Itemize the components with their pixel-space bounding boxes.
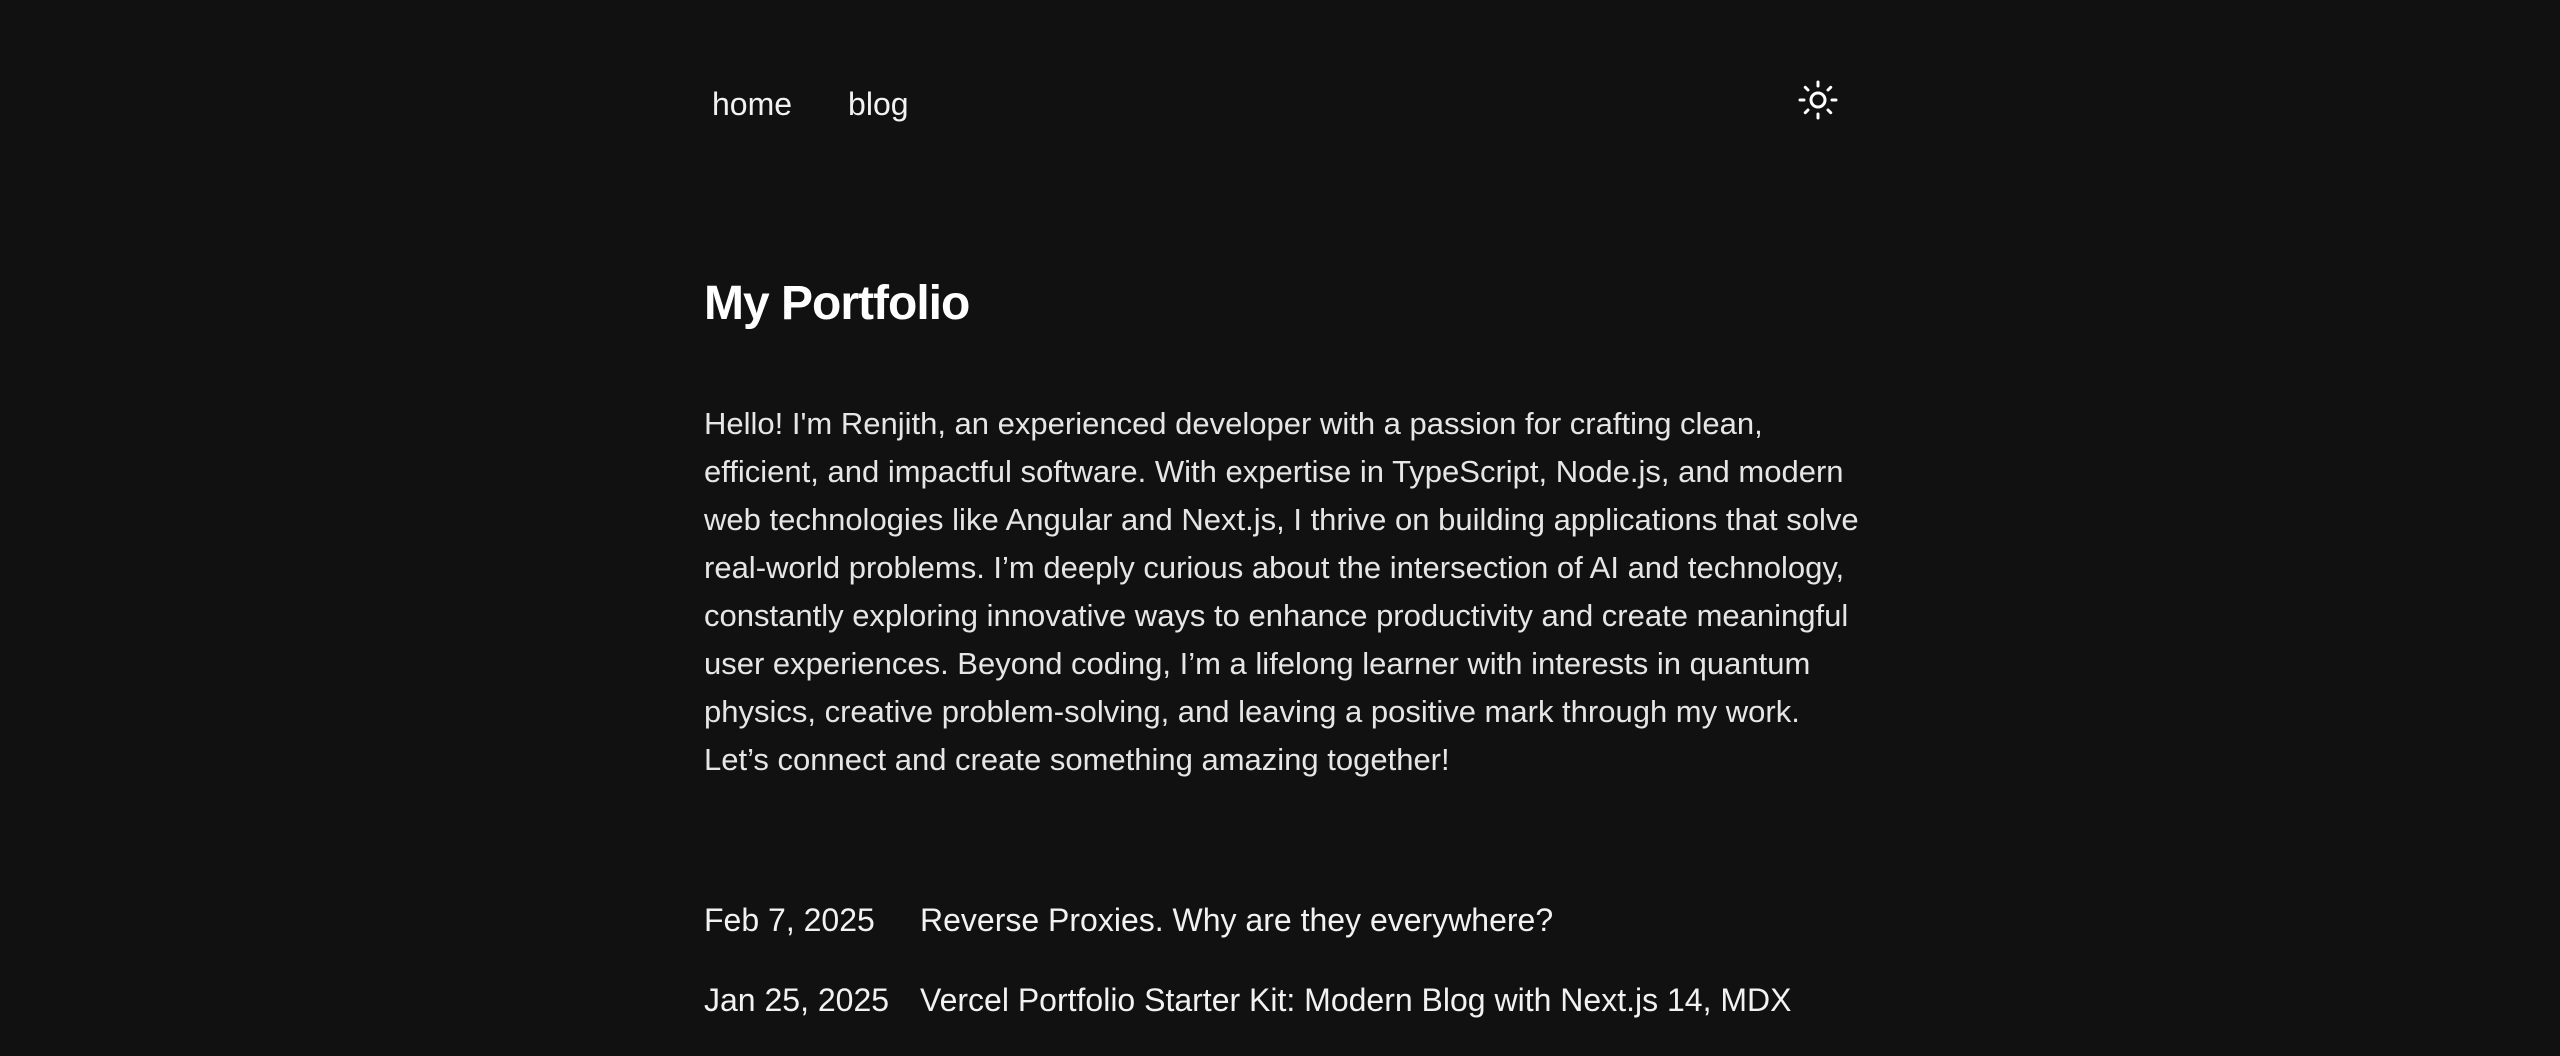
theme-toggle-button[interactable] — [1796, 78, 1840, 122]
post-item[interactable]: Feb 7, 2025 Reverse Proxies. Why are the… — [704, 892, 1864, 948]
nav-home-link[interactable]: home — [704, 78, 800, 130]
post-date: Jan 25, 2025 — [704, 981, 890, 1018]
nav-blog-link[interactable]: blog — [840, 78, 917, 130]
post-title: Reverse Proxies. Why are they everywhere… — [920, 901, 1554, 938]
post-item[interactable]: Jan 25, 2025 Vercel Portfolio Starter Ki… — [704, 972, 1864, 1028]
posts-list: Feb 7, 2025 Reverse Proxies. Why are the… — [704, 892, 1864, 1052]
post-title: Vercel Portfolio Starter Kit: Modern Blo… — [920, 981, 1792, 1018]
page-title: My Portfolio — [704, 277, 970, 330]
page: home blog My Portfolio Hello! I'm Renjit… — [0, 0, 2560, 1056]
sun-icon — [1798, 80, 1838, 120]
post-date: Feb 7, 2025 — [704, 901, 875, 938]
intro-paragraph: Hello! I'm Renjith, an experienced devel… — [704, 406, 1859, 777]
top-nav: home blog — [704, 78, 917, 130]
